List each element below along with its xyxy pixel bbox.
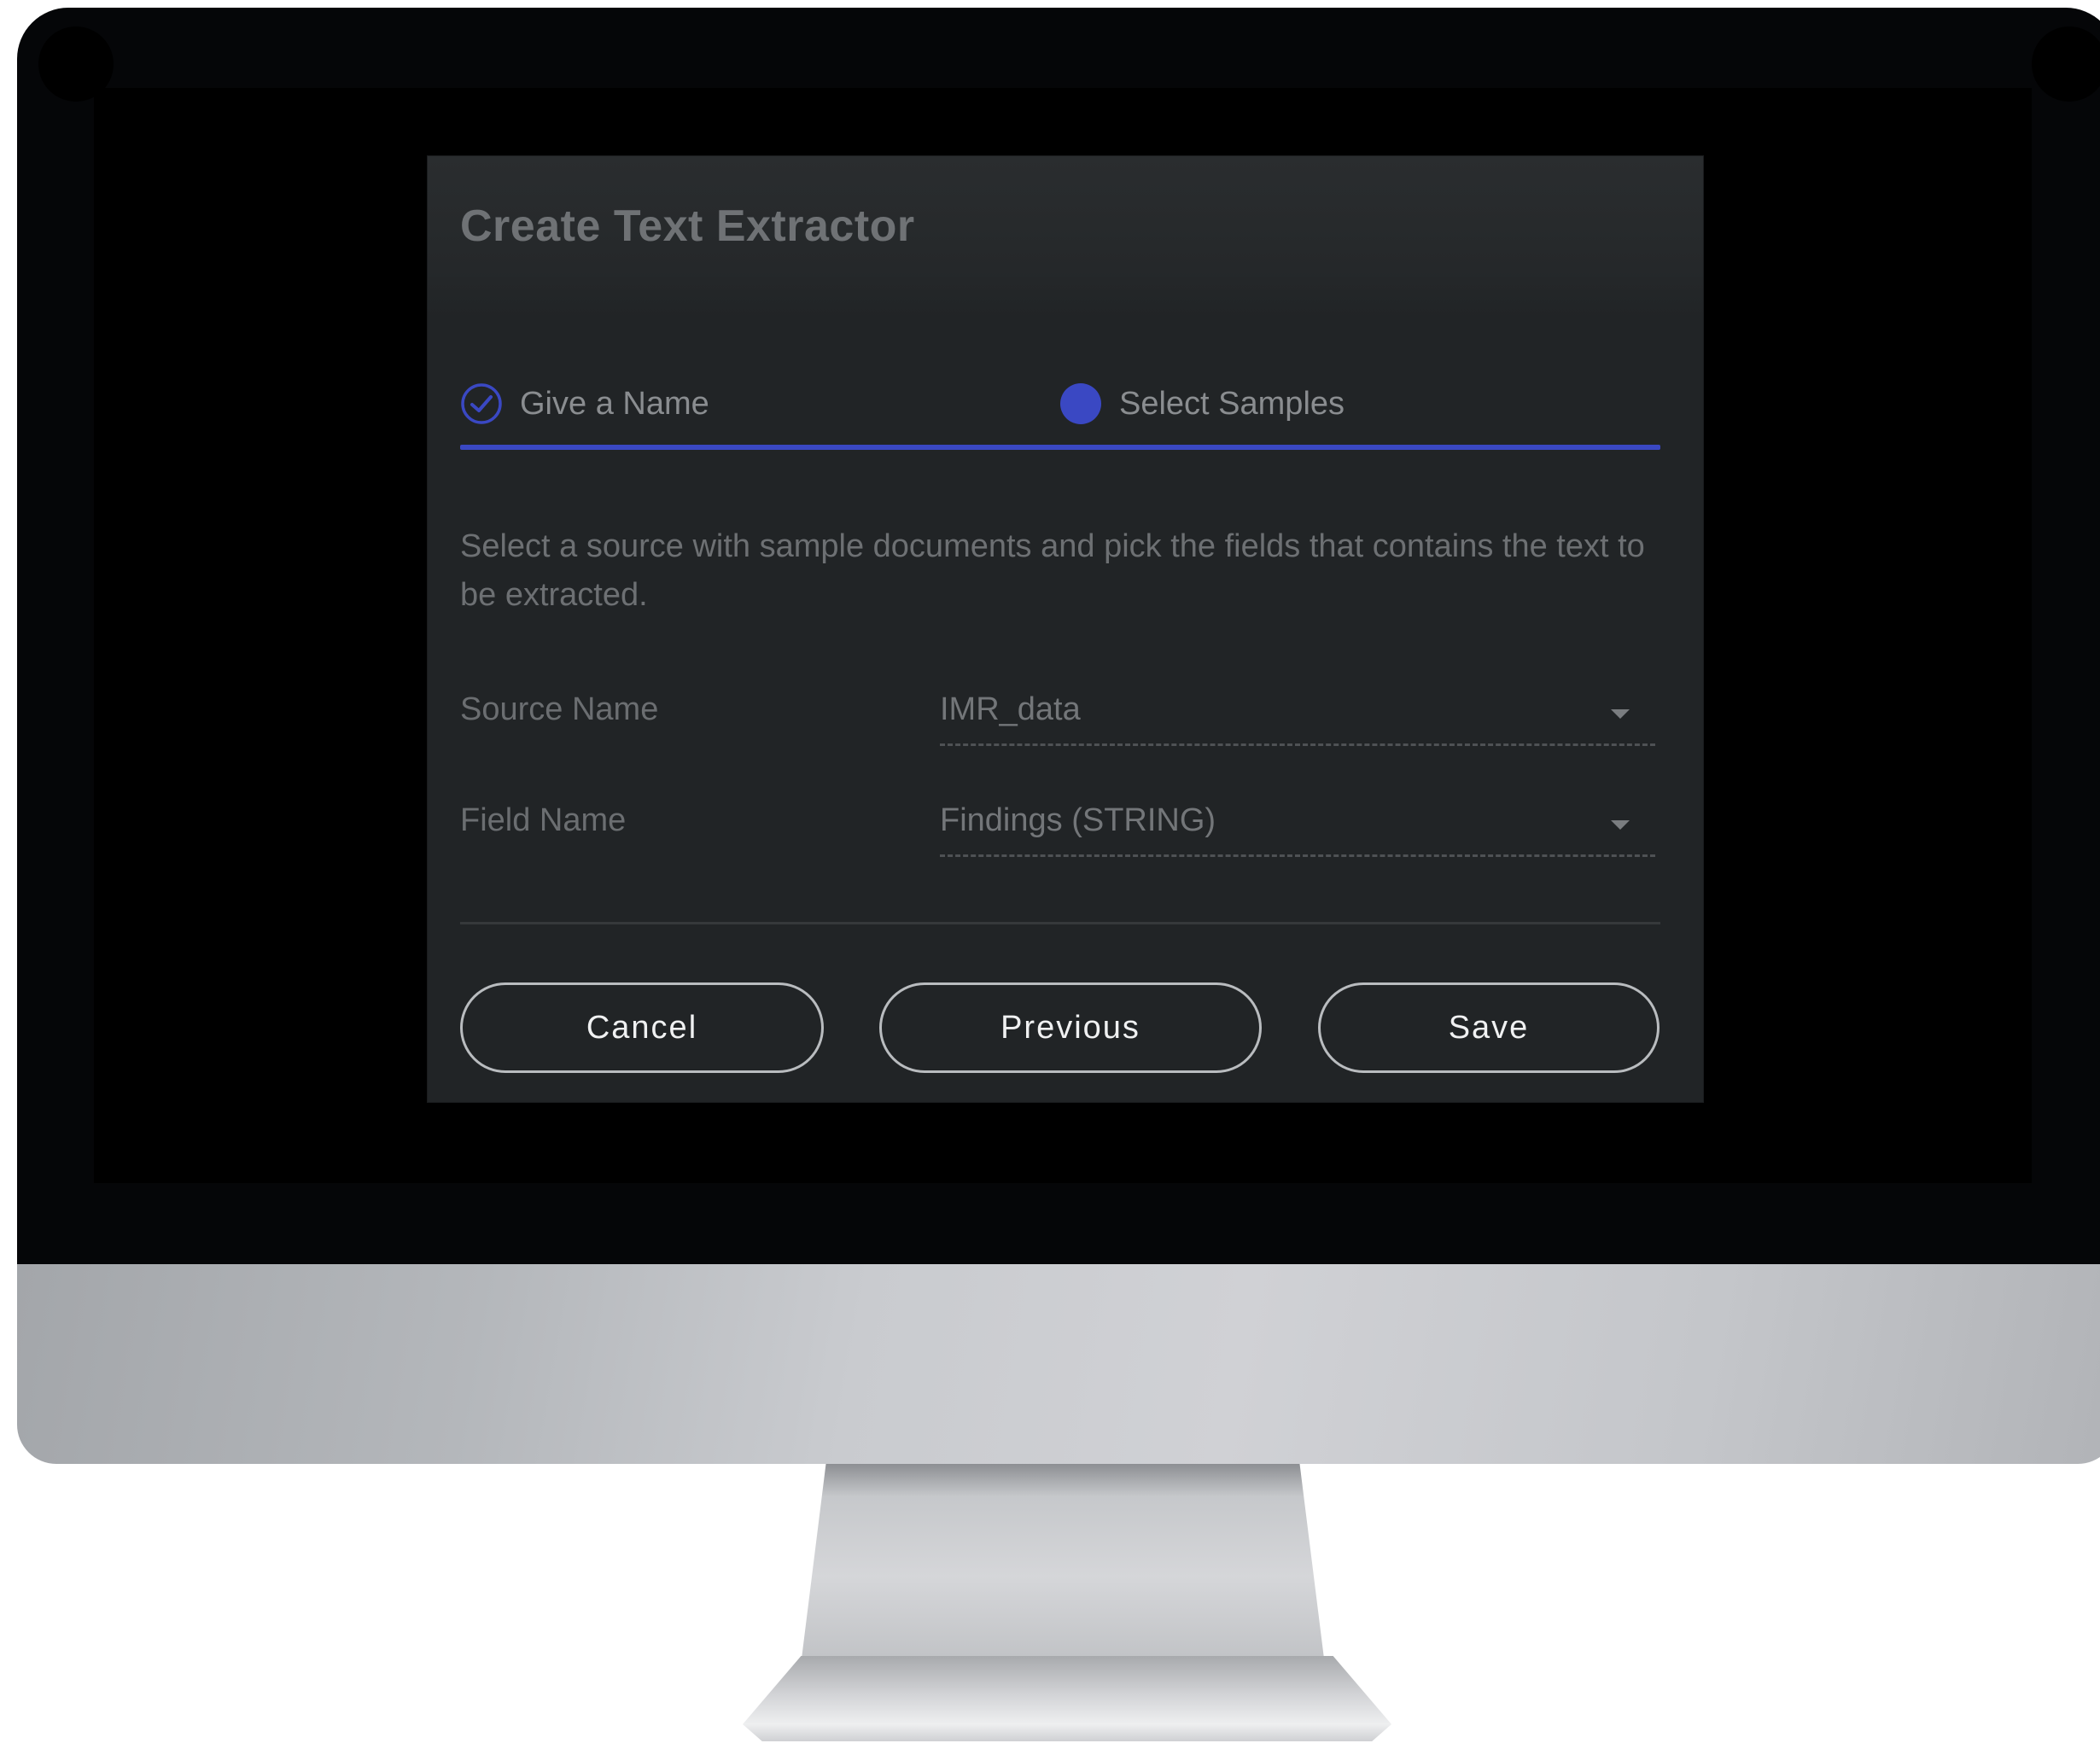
source-name-value: IMR_data bbox=[940, 691, 1081, 727]
monitor-stand-neck bbox=[800, 1464, 1326, 1669]
field-name-select[interactable]: Findings (STRING) bbox=[940, 796, 1655, 857]
form-row-source-name: Source Name IMR_data bbox=[460, 685, 1660, 746]
caret-down-icon bbox=[1611, 820, 1630, 830]
form-row-field-name: Field Name Findings (STRING) bbox=[460, 796, 1660, 857]
dialog-header: Create Text Extractor bbox=[428, 156, 1703, 318]
bezel-corner-shadow bbox=[2032, 26, 2100, 102]
previous-button[interactable]: Previous bbox=[879, 982, 1262, 1073]
dialog-title: Create Text Extractor bbox=[460, 201, 915, 251]
step-progress-bar bbox=[460, 445, 1660, 450]
footer-divider bbox=[460, 922, 1660, 924]
step-give-a-name[interactable]: Give a Name bbox=[460, 378, 709, 429]
monitor-stand-base bbox=[743, 1656, 1391, 1741]
cancel-button[interactable]: Cancel bbox=[460, 982, 824, 1073]
step-label: Select Samples bbox=[1119, 385, 1345, 422]
step-select-samples[interactable]: Select Samples bbox=[1059, 378, 1345, 429]
active-step-dot-icon bbox=[1060, 383, 1101, 424]
source-name-select[interactable]: IMR_data bbox=[940, 685, 1655, 746]
caret-down-icon bbox=[1611, 709, 1630, 719]
stepper: Give a Name Select Samples bbox=[460, 378, 1660, 438]
monitor-chin bbox=[17, 1264, 2100, 1464]
dialog-description: Select a source with sample documents an… bbox=[460, 528, 1645, 613]
check-circle-icon bbox=[461, 383, 502, 424]
field-name-value: Findings (STRING) bbox=[940, 802, 1216, 838]
create-text-extractor-dialog: Create Text Extractor Give a Name Select… bbox=[428, 156, 1703, 1102]
save-button[interactable]: Save bbox=[1318, 982, 1660, 1073]
source-name-label: Source Name bbox=[460, 691, 659, 727]
step-label: Give a Name bbox=[520, 385, 709, 422]
field-name-label: Field Name bbox=[460, 802, 627, 838]
